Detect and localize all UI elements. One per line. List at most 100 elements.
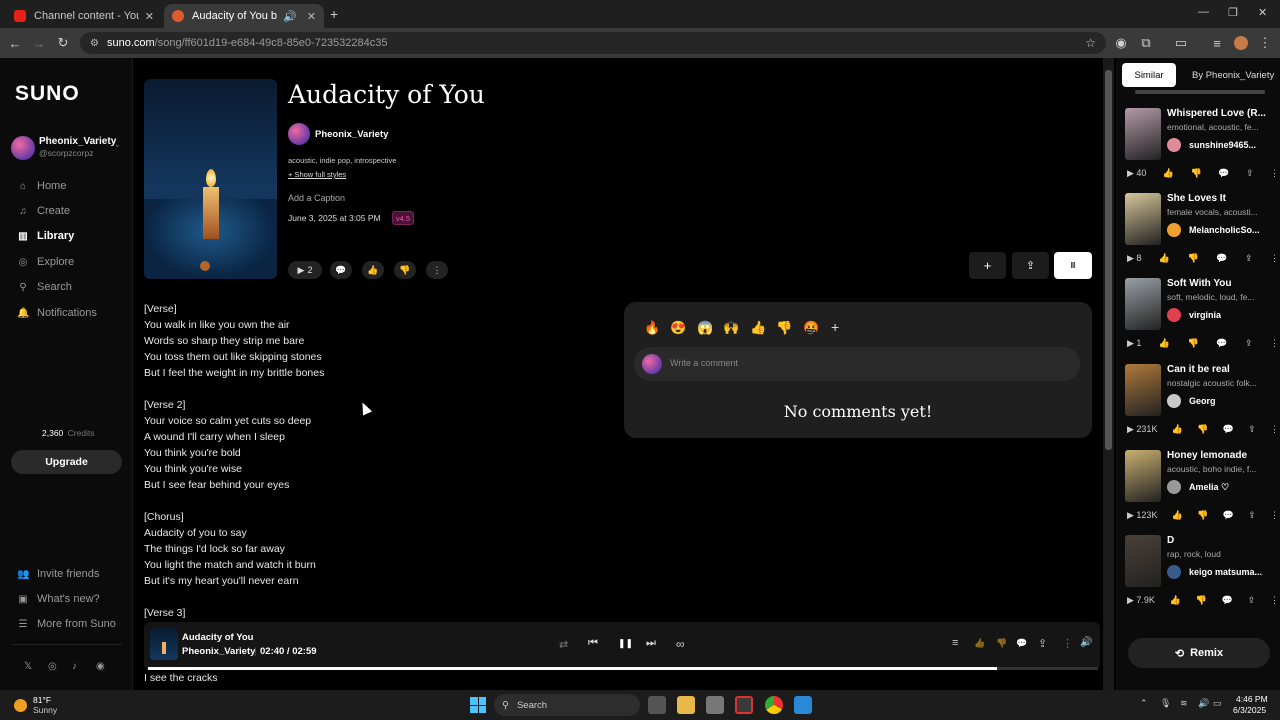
comment-icon[interactable]: 💬 bbox=[1223, 510, 1234, 521]
weather-temp[interactable]: 81°F bbox=[33, 695, 51, 705]
play-count-button[interactable]: ▶ 2 bbox=[288, 261, 322, 279]
notepad-icon[interactable] bbox=[794, 696, 812, 714]
comment-input[interactable]: Write a comment bbox=[634, 347, 1080, 381]
comment-icon[interactable]: 💬 bbox=[1216, 338, 1227, 349]
play-button[interactable]: ▶ 7.9K bbox=[1127, 595, 1155, 606]
fire-reaction[interactable]: 🔥 bbox=[644, 320, 660, 336]
tray-overflow-icon[interactable]: ⌃ bbox=[1140, 698, 1148, 709]
scrollbar-thumb[interactable] bbox=[1105, 70, 1112, 450]
angry-reaction[interactable]: 🤬 bbox=[803, 320, 819, 336]
more-from-suno-link[interactable]: ☰ More from Suno bbox=[17, 618, 116, 630]
artist-name[interactable]: Pheonix_Variety bbox=[315, 129, 388, 140]
dislike-icon[interactable]: 👎 bbox=[1191, 168, 1202, 179]
comment-icon[interactable]: 💬 bbox=[1223, 424, 1234, 435]
wifi-icon[interactable]: ≋ bbox=[1180, 698, 1188, 709]
site-info-icon[interactable]: ⚙ bbox=[90, 38, 99, 49]
user-name[interactable]: Pheonix_Variety bbox=[39, 136, 116, 147]
similar-song-card[interactable]: Drap, rock, loud keigo matsuma... ▶ 7.9K 👍 👎… bbox=[1125, 535, 1280, 615]
like-icon[interactable]: 👍 bbox=[974, 638, 985, 649]
clock-time[interactable]: 4:46 PM bbox=[1236, 694, 1268, 704]
song-title[interactable]: D bbox=[1167, 535, 1280, 546]
song-thumbnail[interactable] bbox=[1125, 535, 1161, 587]
profile-avatar[interactable] bbox=[1232, 34, 1250, 52]
song-cover-art[interactable] bbox=[144, 79, 277, 279]
taskbar-search[interactable]: ⚲ Search bbox=[494, 694, 640, 716]
suno-logo[interactable]: SUNO bbox=[15, 82, 80, 106]
song-user[interactable]: keigo matsuma... bbox=[1167, 565, 1280, 579]
progress-track[interactable] bbox=[148, 667, 1098, 670]
nav-explore[interactable]: ◎ Explore bbox=[17, 256, 75, 268]
chevron-down-icon[interactable]: ⌄ bbox=[114, 140, 121, 149]
song-thumbnail[interactable] bbox=[1125, 193, 1161, 245]
nav-home[interactable]: ⌂ Home bbox=[17, 180, 66, 192]
microphone-icon[interactable]: 🎙 bbox=[1160, 698, 1171, 709]
song-title[interactable]: Honey lemonade bbox=[1167, 450, 1280, 461]
nav-search[interactable]: ⚲ Search bbox=[17, 281, 72, 293]
like-icon[interactable]: 👍 bbox=[1163, 168, 1174, 179]
cast-icon[interactable]: ▭ bbox=[1172, 34, 1190, 52]
shocked-reaction[interactable]: 😱 bbox=[697, 320, 713, 336]
bookmark-star-icon[interactable]: ☆ bbox=[1085, 36, 1096, 50]
close-icon[interactable]: ✕ bbox=[145, 10, 154, 23]
task-view-icon[interactable] bbox=[648, 696, 666, 714]
share-icon[interactable]: ⇪ bbox=[1248, 424, 1256, 435]
file-explorer-icon[interactable] bbox=[677, 696, 695, 714]
windows-start-icon[interactable] bbox=[470, 697, 486, 713]
song-title[interactable]: She Loves It bbox=[1167, 193, 1280, 204]
remix-button[interactable]: ⟲ Remix bbox=[1128, 638, 1270, 668]
song-title[interactable]: Can it be real bbox=[1167, 364, 1280, 375]
dislike-icon[interactable]: 👎 bbox=[996, 638, 1007, 649]
nav-create[interactable]: ♫ Create bbox=[17, 205, 70, 217]
invite-friends-link[interactable]: 👥 Invite friends bbox=[17, 568, 99, 580]
clock-date[interactable]: 6/3/2025 bbox=[1233, 705, 1266, 715]
similar-song-card[interactable]: She Loves It female vocals, acousti... Mel… bbox=[1125, 193, 1280, 273]
like-icon[interactable]: 👍 bbox=[1172, 510, 1183, 521]
song-thumbnail[interactable] bbox=[1125, 278, 1161, 330]
share-icon[interactable]: ⇪ bbox=[1038, 637, 1047, 650]
maximize-button[interactable]: ❐ bbox=[1228, 6, 1238, 19]
app-icon[interactable] bbox=[706, 696, 724, 714]
song-title[interactable]: Soft With You bbox=[1167, 278, 1280, 289]
whats-new-link[interactable]: ▣ What's new? bbox=[17, 593, 99, 605]
repeat-icon[interactable]: ⇄ bbox=[559, 638, 568, 651]
show-full-styles-link[interactable]: + Show full styles bbox=[288, 170, 346, 179]
pause-button[interactable]: II bbox=[1054, 252, 1092, 279]
close-icon[interactable]: ✕ bbox=[307, 10, 316, 23]
share-icon[interactable]: ⇪ bbox=[1245, 338, 1253, 349]
window-close-button[interactable]: ✕ bbox=[1258, 6, 1267, 19]
share-button[interactable]: ⇪ bbox=[1012, 252, 1049, 279]
queue-icon[interactable]: ≡ bbox=[952, 637, 958, 649]
forward-arrow-icon[interactable]: → bbox=[30, 34, 48, 52]
url-field[interactable]: ⚙ suno.com/song/ff601d19-e684-49c8-85e0-… bbox=[80, 32, 1106, 54]
more-icon[interactable]: ⋮ bbox=[1062, 637, 1073, 650]
play-button[interactable]: ▶ 8 bbox=[1127, 253, 1141, 264]
song-user[interactable]: Amelia ♡ bbox=[1167, 480, 1280, 494]
like-icon[interactable]: 👍 bbox=[1159, 253, 1170, 264]
similar-song-card[interactable]: Can it be real nostalgic acoustic folk...… bbox=[1125, 364, 1280, 444]
nav-notifications[interactable]: 🔔 Notifications bbox=[17, 307, 97, 319]
add-reaction-button[interactable]: + bbox=[831, 319, 839, 335]
upgrade-button[interactable]: Upgrade bbox=[11, 450, 122, 474]
more-icon[interactable]: ⋮ bbox=[1270, 424, 1279, 435]
add-to-playlist-button[interactable]: + bbox=[969, 252, 1006, 279]
tab-similar[interactable]: Similar bbox=[1122, 63, 1176, 87]
player-cover[interactable] bbox=[150, 628, 178, 660]
comment-icon[interactable]: 💬 bbox=[1222, 595, 1233, 606]
song-user[interactable]: Georg bbox=[1167, 394, 1280, 408]
play-button[interactable]: ▶ 231K bbox=[1127, 424, 1157, 435]
reload-icon[interactable]: ↻ bbox=[54, 34, 72, 52]
recorder-icon[interactable] bbox=[735, 696, 753, 714]
artist-avatar[interactable] bbox=[288, 123, 310, 145]
thumbs-up-reaction[interactable]: 👍 bbox=[750, 320, 766, 336]
chrome-icon[interactable] bbox=[765, 696, 783, 714]
more-icon[interactable]: ⋮ bbox=[1270, 510, 1279, 521]
dislike-icon[interactable]: 👎 bbox=[1188, 253, 1199, 264]
next-track-icon[interactable]: ⏭ bbox=[646, 637, 656, 650]
media-control-icon[interactable]: ◉ bbox=[1112, 34, 1130, 52]
tab-youtube-studio[interactable]: Channel content - YouTube Stu ✕ bbox=[6, 4, 162, 28]
more-icon[interactable]: ⋮ bbox=[1270, 168, 1279, 179]
back-arrow-icon[interactable]: ← bbox=[6, 34, 24, 52]
instagram-icon[interactable]: ◎ bbox=[48, 661, 57, 672]
song-thumbnail[interactable] bbox=[1125, 364, 1161, 416]
sun-weather-icon[interactable] bbox=[14, 699, 27, 712]
